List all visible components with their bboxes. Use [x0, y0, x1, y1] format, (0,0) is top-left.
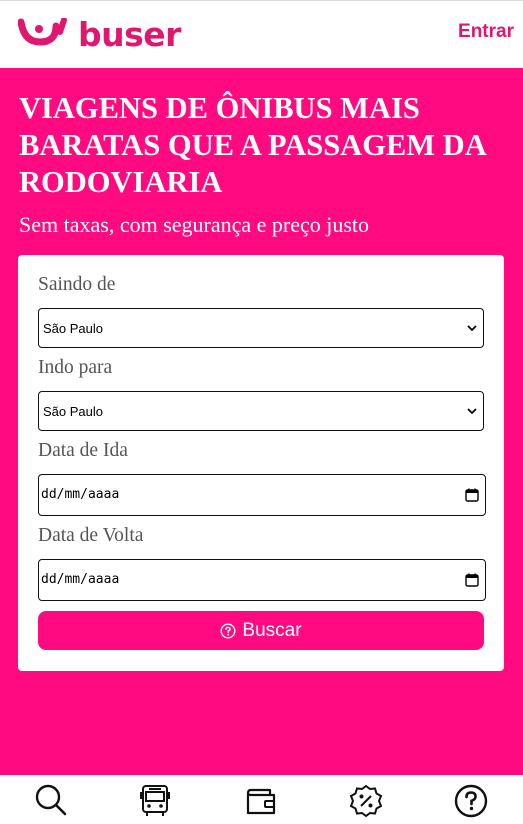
origin-value: São Paulo [43, 321, 103, 336]
header: buser Entrar [0, 1, 523, 68]
discount-badge-icon [349, 784, 383, 818]
search-icon [35, 784, 67, 816]
search-button-label: Buscar [242, 619, 302, 641]
search-card: Saindo de São Paulo Indo para São Paulo … [18, 255, 504, 671]
hero-subtitle: Sem taxas, com segurança e preço justo [19, 212, 370, 237]
wallet-icon [246, 788, 276, 815]
nav-promotions[interactable] [348, 783, 384, 819]
chevron-down-icon [467, 325, 477, 332]
help-circle-icon [220, 622, 236, 639]
destination-select[interactable]: São Paulo [38, 391, 484, 431]
help-icon [454, 784, 488, 818]
bottom-navigation [0, 775, 523, 822]
login-link[interactable]: Entrar [458, 21, 514, 43]
departure-date-placeholder: dd/mm/aaaa [41, 487, 120, 502]
calendar-icon[interactable] [465, 488, 479, 502]
origin-select[interactable]: São Paulo [38, 308, 484, 348]
return-date-input[interactable]: dd/mm/aaaa [38, 559, 486, 601]
origin-label: Saindo de [38, 274, 116, 295]
buser-logo[interactable]: buser [18, 15, 198, 55]
hero-title: VIAGENS DE ÔNIBUS MAIS BARATAS QUE A PAS… [19, 91, 486, 199]
destination-label: Indo para [38, 357, 113, 378]
nav-trips[interactable] [137, 783, 173, 819]
departure-date-label: Data de Ida [38, 440, 128, 461]
departure-date-input[interactable]: dd/mm/aaaa [38, 474, 486, 516]
nav-help[interactable] [453, 783, 489, 819]
chevron-down-icon [467, 408, 477, 415]
brand-name: buser [78, 15, 181, 54]
return-date-label: Data de Volta [38, 525, 144, 546]
destination-value: São Paulo [43, 404, 103, 419]
bus-icon [140, 785, 170, 816]
hero-section: VIAGENS DE ÔNIBUS MAIS BARATAS QUE A PAS… [0, 68, 523, 775]
calendar-icon[interactable] [465, 573, 479, 587]
nav-search[interactable] [33, 783, 69, 819]
nav-wallet[interactable] [243, 783, 279, 819]
buser-logo-icon [18, 18, 67, 46]
return-date-placeholder: dd/mm/aaaa [41, 572, 120, 587]
search-button[interactable]: Buscar [38, 611, 484, 650]
